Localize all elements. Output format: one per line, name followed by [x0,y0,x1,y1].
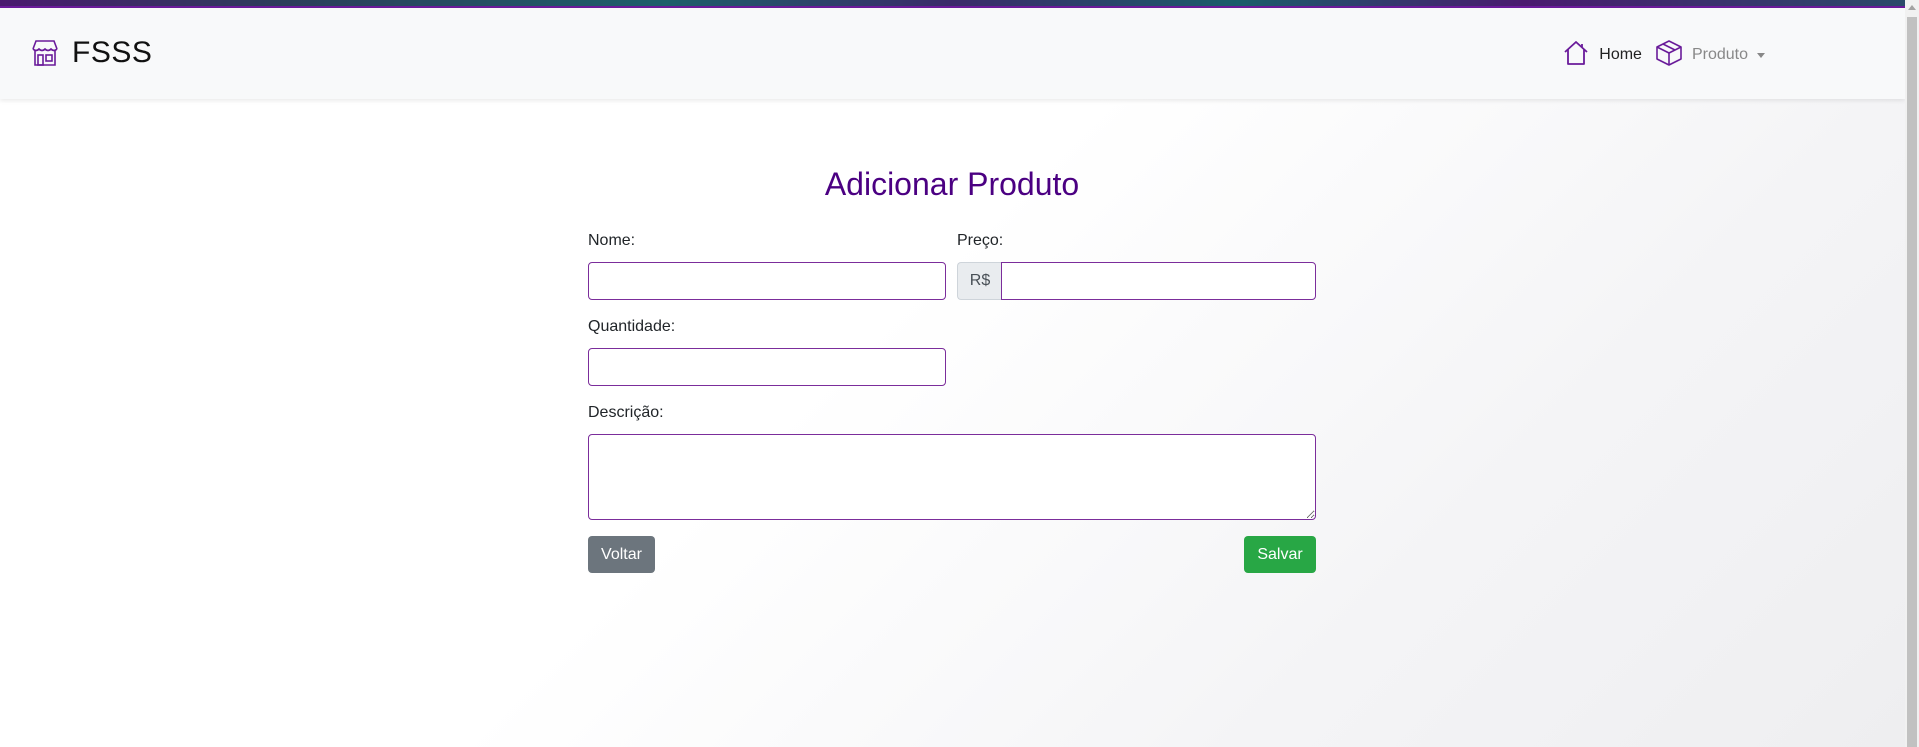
nav-produto-label: Produto [1691,46,1748,63]
chevron-down-icon [1757,53,1765,58]
nav-item-produto-dropdown[interactable]: Produto [1654,38,1765,68]
vertical-scrollbar[interactable] [1905,0,1919,747]
brand-link[interactable]: FSSS [30,36,152,70]
quantidade-label: Quantidade: [588,318,676,335]
scroll-up-arrow-icon[interactable] [1908,5,1916,10]
top-decorative-strip [0,0,1905,8]
nav-home-label: Home [1599,46,1642,63]
save-button[interactable]: Salvar [1244,536,1316,573]
preco-input[interactable] [1001,262,1316,300]
nav-item-home[interactable]: Home [1561,38,1642,68]
brand-name: FSSS [72,36,153,69]
nav-menu: Home Produto [1549,38,1765,68]
descricao-label: Descrição: [588,404,664,421]
currency-prefix: R$ [957,262,1002,300]
descricao-textarea[interactable] [588,434,1316,520]
scrollbar-thumb[interactable] [1907,17,1917,747]
quantidade-input[interactable] [588,348,946,386]
back-button[interactable]: Voltar [588,536,655,573]
preco-label: Preço: [957,232,1004,249]
nome-label: Nome: [588,232,636,249]
page-title: Adicionar Produto [824,166,1080,202]
box-icon [1654,38,1684,68]
store-icon [30,38,60,68]
navbar: FSSS Home Produto [0,8,1905,99]
nome-input[interactable] [588,262,946,300]
home-icon [1561,38,1591,68]
